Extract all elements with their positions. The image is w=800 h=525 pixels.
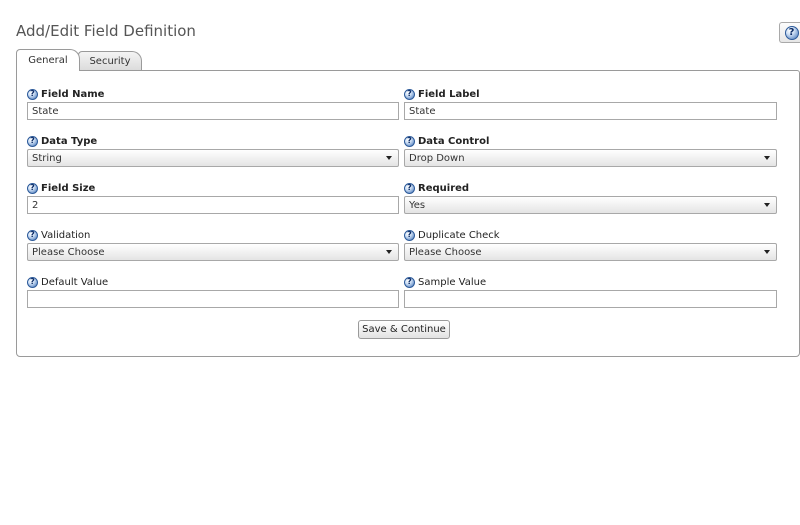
chevron-down-icon: [764, 250, 770, 254]
duplicate-check-select[interactable]: Please Choose: [404, 243, 777, 261]
help-icon[interactable]: ?: [404, 182, 415, 194]
required-group: ? Required Yes: [404, 181, 777, 214]
default-value-group: ? Default Value: [27, 275, 399, 308]
help-icon[interactable]: ?: [27, 135, 38, 147]
page-title: Add/Edit Field Definition: [16, 22, 196, 40]
validation-label: Validation: [41, 229, 91, 241]
help-icon[interactable]: ?: [27, 182, 38, 194]
data-control-select[interactable]: Drop Down: [404, 149, 777, 167]
data-type-value: String: [32, 152, 62, 164]
field-size-group: ? Field Size 2: [27, 181, 399, 214]
field-label-group: ? Field Label State: [404, 87, 777, 120]
required-value: Yes: [409, 199, 426, 211]
field-name-group: ? Field Name State: [27, 87, 399, 120]
help-icon[interactable]: ?: [27, 88, 38, 100]
tab-security[interactable]: Security: [78, 51, 142, 70]
field-name-input[interactable]: State: [27, 102, 399, 120]
required-select[interactable]: Yes: [404, 196, 777, 214]
chevron-down-icon: [764, 203, 770, 207]
help-icon: ?: [784, 25, 799, 40]
help-icon[interactable]: ?: [27, 276, 38, 288]
data-type-group: ? Data Type String: [27, 134, 399, 167]
help-icon[interactable]: ?: [27, 229, 38, 241]
data-type-label: Data Type: [41, 135, 98, 147]
help-icon[interactable]: ?: [404, 276, 415, 288]
data-control-label: Data Control: [418, 135, 490, 147]
help-icon[interactable]: ?: [404, 135, 415, 147]
sample-value-label: Sample Value: [418, 276, 487, 288]
field-label-input[interactable]: State: [404, 102, 777, 120]
form-panel: ? Field Name State ? Field Label State ?…: [16, 70, 800, 357]
field-size-input[interactable]: 2: [27, 196, 399, 214]
duplicate-check-group: ? Duplicate Check Please Choose: [404, 228, 777, 261]
validation-select[interactable]: Please Choose: [27, 243, 399, 261]
data-control-group: ? Data Control Drop Down: [404, 134, 777, 167]
duplicate-check-label: Duplicate Check: [418, 229, 500, 241]
field-name-label: Field Name: [41, 88, 105, 100]
chevron-down-icon: [764, 156, 770, 160]
default-value-label: Default Value: [41, 276, 109, 288]
duplicate-check-value: Please Choose: [409, 246, 482, 258]
chevron-down-icon: [386, 250, 392, 254]
field-size-label: Field Size: [41, 182, 96, 194]
page-help-button[interactable]: ?: [779, 22, 800, 43]
tab-general[interactable]: General: [16, 49, 80, 71]
field-label-label: Field Label: [418, 88, 480, 100]
sample-value-input[interactable]: [404, 290, 777, 308]
save-continue-button[interactable]: Save & Continue: [358, 320, 450, 339]
default-value-input[interactable]: [27, 290, 399, 308]
required-label: Required: [418, 182, 470, 194]
help-icon[interactable]: ?: [404, 229, 415, 241]
sample-value-group: ? Sample Value: [404, 275, 777, 308]
data-type-select[interactable]: String: [27, 149, 399, 167]
validation-group: ? Validation Please Choose: [27, 228, 399, 261]
data-control-value: Drop Down: [409, 152, 465, 164]
validation-value: Please Choose: [32, 246, 105, 258]
help-icon[interactable]: ?: [404, 88, 415, 100]
chevron-down-icon: [386, 156, 392, 160]
